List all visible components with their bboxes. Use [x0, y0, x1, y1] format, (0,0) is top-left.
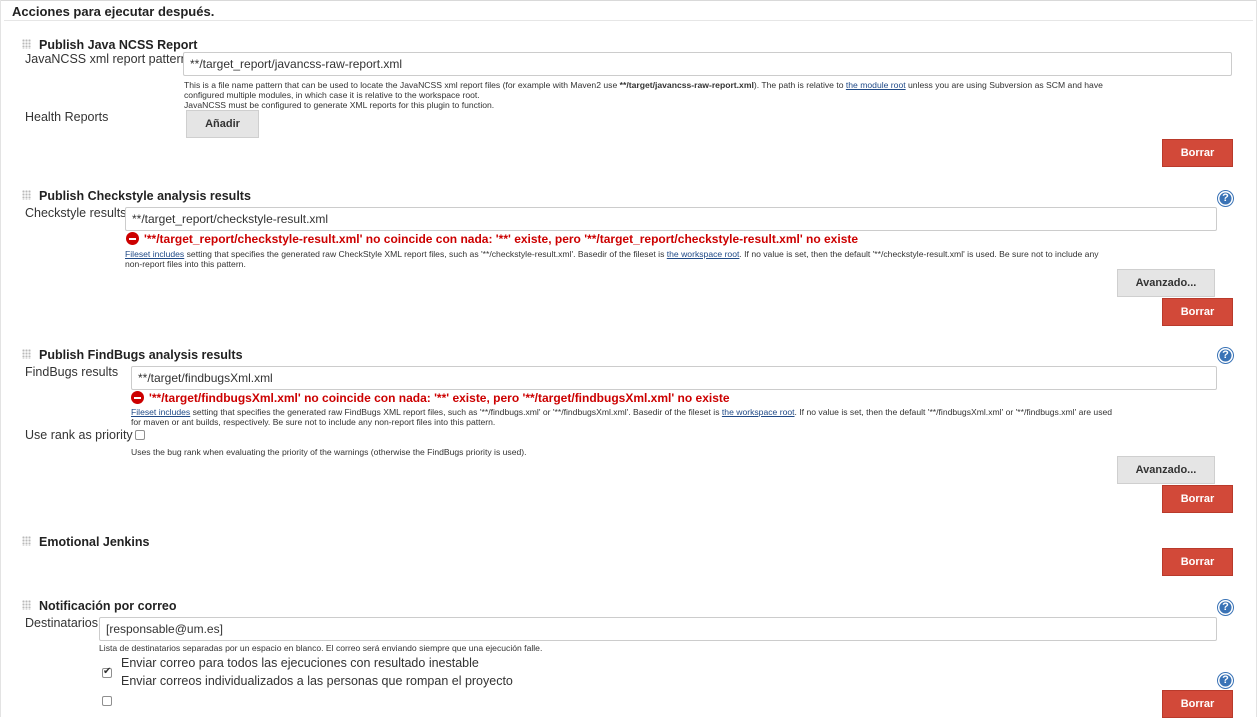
checkstyle-field-label: Checkstyle results [25, 206, 127, 220]
workspace-root-link[interactable]: the workspace root [722, 407, 795, 417]
individual-email-checkbox[interactable] [102, 696, 112, 706]
unstable-email-checkbox[interactable] [102, 666, 112, 678]
email-notification-title: Notificación por correo [39, 599, 177, 613]
delete-emotional-button[interactable]: Borrar [1162, 548, 1233, 576]
frame-top [0, 0, 1257, 1]
findbugs-title: Publish FindBugs analysis results [39, 348, 243, 362]
delete-checkstyle-button[interactable]: Borrar [1162, 298, 1233, 326]
ncss-title: Publish Java NCSS Report [39, 38, 198, 52]
delete-ncss-button[interactable]: Borrar [1162, 139, 1233, 167]
individual-email-label: Enviar correos individualizados a las pe… [121, 674, 513, 688]
section-divider [4, 20, 1253, 21]
unstable-email-label: Enviar correo para todos las ejecuciones… [121, 656, 479, 670]
help-icon[interactable]: ? [1218, 600, 1233, 615]
drag-handle-icon[interactable] [22, 349, 31, 359]
recipients-label: Destinatarios [25, 616, 98, 630]
findbugs-error-message: '**/target/findbugsXml.xml' no coincide … [131, 391, 730, 405]
findbugs-help-text: Fileset includes setting that specifies … [131, 407, 1113, 427]
checkstyle-title: Publish Checkstyle analysis results [39, 189, 251, 203]
ncss-help-text: This is a file name pattern that can be … [184, 80, 1103, 110]
fileset-includes-link[interactable]: Fileset includes [125, 249, 184, 259]
help-icon[interactable]: ? [1218, 348, 1233, 363]
error-icon [126, 232, 139, 245]
help-icon[interactable]: ? [1218, 673, 1233, 688]
delete-findbugs-button[interactable]: Borrar [1162, 485, 1233, 513]
workspace-root-link[interactable]: the workspace root [667, 249, 740, 259]
rank-priority-label: Use rank as priority [25, 428, 133, 442]
error-icon [131, 391, 144, 404]
health-reports-label: Health Reports [25, 110, 109, 124]
ncss-field-label: JavaNCSS xml report pattern [25, 52, 188, 66]
module-root-link[interactable]: the module root [846, 80, 906, 90]
drag-handle-icon[interactable] [22, 190, 31, 200]
ncss-pattern-input[interactable] [183, 52, 1232, 76]
drag-handle-icon[interactable] [22, 536, 31, 546]
drag-handle-icon[interactable] [22, 600, 31, 610]
recipients-help: Lista de destinatarios separadas por un … [99, 643, 543, 653]
rank-priority-checkbox[interactable] [135, 430, 145, 440]
rank-priority-help: Uses the bug rank when evaluating the pr… [131, 447, 527, 457]
drag-handle-icon[interactable] [22, 39, 31, 49]
checkstyle-error-message: '**/target_report/checkstyle-result.xml'… [126, 232, 858, 246]
fileset-includes-link[interactable]: Fileset includes [131, 407, 190, 417]
frame-left [0, 0, 1, 717]
recipients-input[interactable] [99, 617, 1217, 641]
findbugs-advanced-button[interactable]: Avanzado... [1117, 456, 1215, 484]
checkstyle-results-input[interactable] [125, 207, 1217, 231]
delete-email-button[interactable]: Borrar [1162, 690, 1233, 718]
section-title: Acciones para ejecutar después. [12, 4, 215, 19]
checkstyle-help-text: Fileset includes setting that specifies … [125, 249, 1099, 269]
checkstyle-advanced-button[interactable]: Avanzado... [1117, 269, 1215, 297]
help-icon[interactable]: ? [1218, 191, 1233, 206]
findbugs-field-label: FindBugs results [25, 365, 119, 379]
findbugs-results-input[interactable] [131, 366, 1217, 390]
emotional-jenkins-title: Emotional Jenkins [39, 535, 150, 549]
add-health-report-button[interactable]: Añadir [186, 110, 259, 138]
